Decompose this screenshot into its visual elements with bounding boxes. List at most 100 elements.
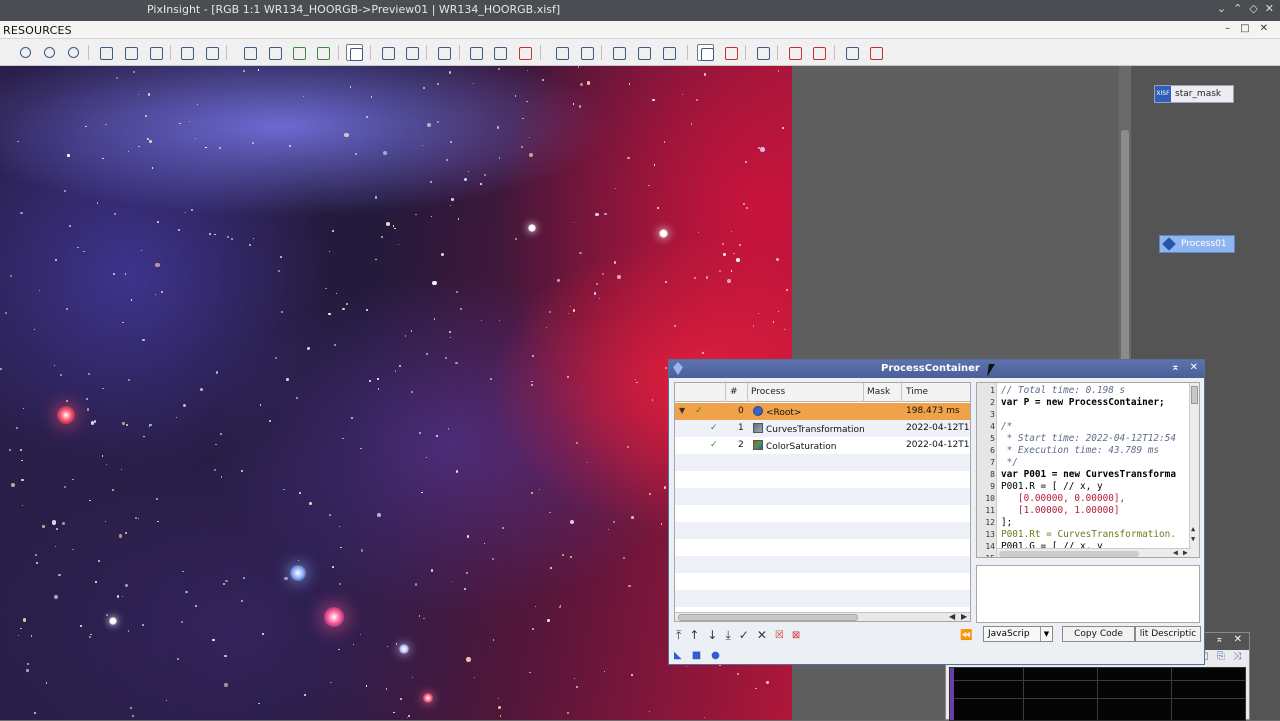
resources-label[interactable]: RESOURCES bbox=[3, 24, 72, 37]
process01-icon[interactable]: Process01 bbox=[1159, 235, 1235, 253]
preview-icon[interactable] bbox=[178, 44, 195, 61]
scrollbar-thumb[interactable] bbox=[999, 551, 1139, 557]
crop-icon[interactable] bbox=[203, 44, 220, 61]
star-point bbox=[425, 352, 429, 356]
readout-mode-icon[interactable] bbox=[346, 44, 363, 61]
float-icon[interactable]: ◇ bbox=[1249, 2, 1257, 15]
monitor-icon[interactable] bbox=[697, 44, 714, 61]
star-point bbox=[21, 504, 24, 507]
disable-icon[interactable]: ✕ bbox=[757, 628, 767, 642]
move-up-icon[interactable]: ↑ bbox=[689, 628, 699, 642]
close-icon[interactable]: ✕ bbox=[1190, 362, 1198, 373]
history-back-icon[interactable] bbox=[635, 44, 652, 61]
minimize-icon[interactable]: – bbox=[1225, 23, 1230, 34]
column-time[interactable]: Time bbox=[906, 387, 928, 397]
zoom-out-icon[interactable] bbox=[41, 44, 58, 61]
move-top-icon[interactable]: ⤒ bbox=[676, 628, 681, 643]
star-point bbox=[466, 572, 468, 574]
language-select[interactable]: JavaScrip ▼ bbox=[983, 626, 1053, 642]
description-panel[interactable] bbox=[976, 565, 1200, 623]
close-icon[interactable]: ✕ bbox=[1234, 634, 1242, 645]
column-process[interactable]: Process bbox=[751, 387, 785, 397]
scrollbar-thumb[interactable] bbox=[1191, 386, 1198, 404]
close-icon[interactable]: ✕ bbox=[1260, 23, 1268, 34]
history-icon[interactable] bbox=[610, 44, 627, 61]
expand-arrow-icon[interactable]: ▼ bbox=[679, 406, 685, 415]
process-table[interactable]: # Process Mask Time ▼ ✓ 0 <Root> 198.473… bbox=[674, 382, 971, 622]
edit-description-button[interactable]: lit Descriptic bbox=[1135, 626, 1201, 642]
scroll-up-icon[interactable]: ▲ bbox=[1191, 525, 1195, 533]
layout-icon[interactable] bbox=[553, 44, 570, 61]
fit-view-icon[interactable] bbox=[97, 44, 114, 61]
zoom-1-1-icon[interactable] bbox=[65, 44, 82, 61]
scroll-down-icon[interactable]: ▼ bbox=[1191, 535, 1195, 543]
check-icon[interactable]: ✓ bbox=[710, 440, 718, 450]
close-icon[interactable]: ✕ bbox=[1265, 2, 1274, 15]
move-icon[interactable] bbox=[379, 44, 396, 61]
channel-icon[interactable] bbox=[467, 44, 484, 61]
apply-global-icon[interactable]: ■ bbox=[692, 650, 701, 661]
collapse-icon[interactable]: ⏪ bbox=[960, 630, 972, 641]
check-icon[interactable]: ✓ bbox=[710, 423, 718, 433]
star-mask-icon[interactable]: XISF star_mask bbox=[1154, 85, 1234, 103]
new-instance-icon[interactable]: ◣ bbox=[674, 650, 682, 661]
star-point bbox=[334, 344, 336, 346]
code-vertical-scrollbar[interactable]: ▲ ▼ bbox=[1189, 383, 1199, 557]
star-point bbox=[225, 580, 228, 583]
table-row[interactable]: ✓ 2 ColorSaturation 2022-04-12T12 bbox=[675, 437, 970, 454]
copy-icon[interactable]: ⎘ bbox=[1217, 651, 1225, 662]
explorer-icon[interactable] bbox=[754, 44, 771, 61]
zoom-in-icon[interactable] bbox=[17, 44, 34, 61]
new-window-icon[interactable] bbox=[147, 44, 164, 61]
scrollbar-thumb[interactable] bbox=[678, 614, 858, 621]
edit-icon[interactable] bbox=[266, 44, 283, 61]
channel-g-icon[interactable] bbox=[516, 44, 533, 61]
zoom-to-fit-icon[interactable] bbox=[122, 44, 139, 61]
star-point bbox=[20, 448, 23, 451]
code-horizontal-scrollbar[interactable]: ◀ ▶ bbox=[997, 548, 1191, 557]
layout-alt-icon[interactable] bbox=[578, 44, 595, 61]
table-row[interactable]: ▼ ✓ 0 <Root> 198.473 ms bbox=[675, 403, 970, 420]
shade-icon[interactable]: ⌅ bbox=[1171, 362, 1179, 373]
scroll-right-icon[interactable]: ▶ bbox=[961, 612, 967, 621]
clear-icon[interactable]: ⊠ bbox=[792, 630, 800, 641]
delete-icon[interactable]: ☒ bbox=[775, 630, 784, 641]
move-bottom-icon[interactable]: ⤓ bbox=[725, 628, 730, 643]
shade-icon[interactable]: ⌅ bbox=[1215, 634, 1223, 645]
settings-icon[interactable] bbox=[867, 44, 884, 61]
process-container-title-bar[interactable]: ProcessContainer ⌅ ✕ bbox=[669, 360, 1204, 378]
maximize-icon[interactable]: ⌃ bbox=[1233, 2, 1242, 15]
mask-show-icon[interactable] bbox=[314, 44, 331, 61]
history-forward-icon[interactable] bbox=[660, 44, 677, 61]
image-icon[interactable] bbox=[722, 44, 739, 61]
script-icon[interactable] bbox=[843, 44, 860, 61]
copy-code-button[interactable]: Copy Code bbox=[1062, 626, 1135, 642]
star-point bbox=[497, 698, 499, 700]
stf-icon[interactable] bbox=[435, 44, 452, 61]
apply-icon[interactable]: ● bbox=[711, 650, 720, 661]
curve-canvas[interactable] bbox=[949, 667, 1246, 721]
star-point bbox=[534, 605, 536, 607]
maximize-icon[interactable]: □ bbox=[1240, 23, 1249, 34]
workspace-icon[interactable] bbox=[786, 44, 803, 61]
column-mask[interactable]: Mask bbox=[867, 387, 890, 397]
table-horizontal-scrollbar[interactable]: ◀ ▶ bbox=[675, 612, 970, 621]
enable-icon[interactable]: ✓ bbox=[739, 628, 749, 642]
scroll-right-icon[interactable]: ▶ bbox=[1183, 548, 1188, 557]
table-row[interactable]: ✓ 1 CurvesTransformation 2022-04-12T12 bbox=[675, 420, 970, 437]
channel-r-icon[interactable] bbox=[491, 44, 508, 61]
move-down-icon[interactable]: ↓ bbox=[707, 628, 717, 642]
fit-icon[interactable]: ⤨ bbox=[1233, 651, 1241, 662]
line-number: 3 bbox=[990, 410, 995, 419]
scroll-left-icon[interactable]: ◀ bbox=[1173, 548, 1178, 557]
minimize-icon[interactable]: ⌄ bbox=[1217, 2, 1226, 15]
rotate-icon[interactable] bbox=[403, 44, 420, 61]
column-index[interactable]: # bbox=[730, 387, 738, 397]
row-process-label: ColorSaturation bbox=[766, 442, 837, 452]
scroll-left-icon[interactable]: ◀ bbox=[949, 612, 955, 621]
workspace-alt-icon[interactable] bbox=[810, 44, 827, 61]
check-icon[interactable]: ✓ bbox=[695, 406, 703, 416]
readout-icon[interactable] bbox=[241, 44, 258, 61]
source-code-view[interactable]: 1 2 3 4 5 6 7 8 9 10 11 12 13 14 15 // T… bbox=[976, 382, 1200, 558]
mask-icon[interactable] bbox=[290, 44, 307, 61]
